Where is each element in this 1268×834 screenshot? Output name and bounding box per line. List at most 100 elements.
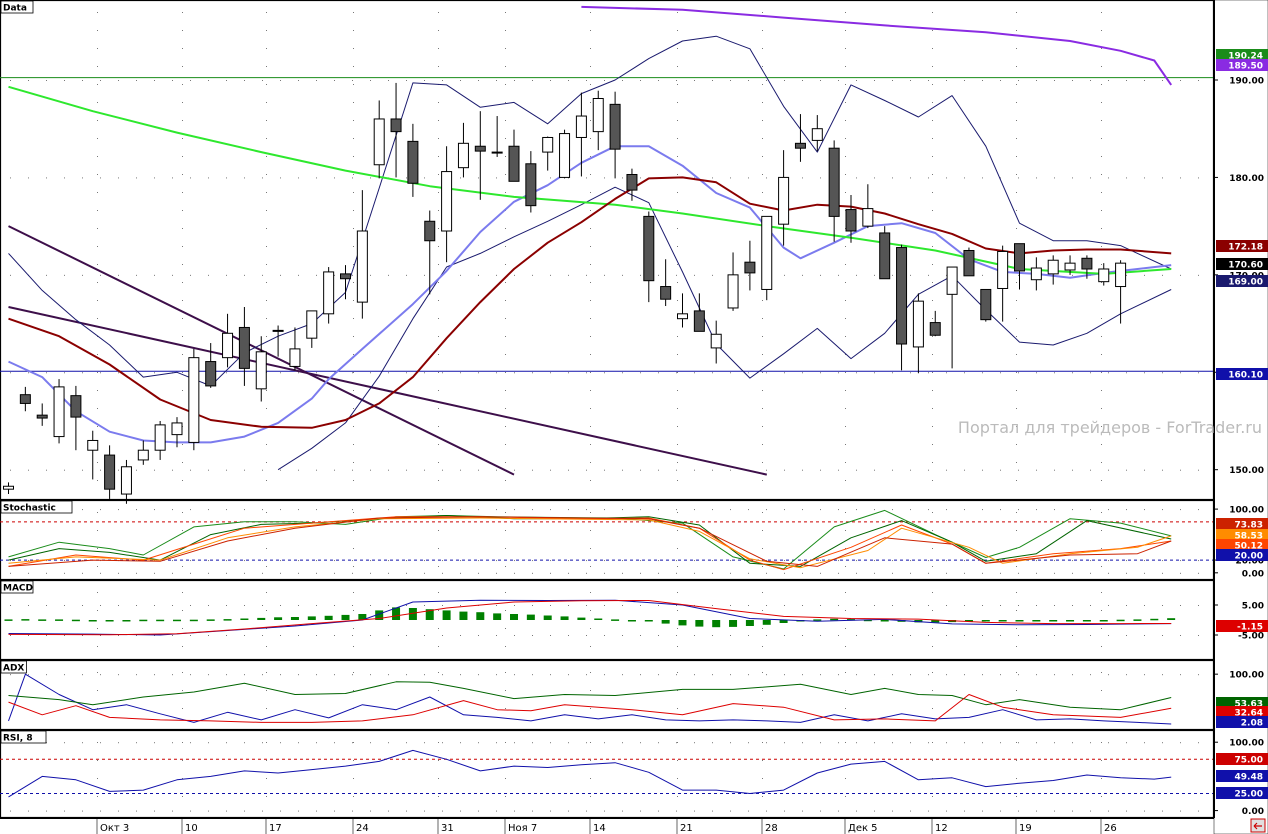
grid-dot (10, 572, 11, 574)
histogram-bar (526, 614, 535, 620)
grid-dot (172, 274, 173, 276)
grid-dot (1072, 635, 1073, 636)
grid-dot (334, 177, 335, 179)
candle-body (171, 422, 183, 436)
grid-dot (266, 66, 267, 67)
grid-dot (640, 469, 641, 471)
grid-dot (266, 796, 267, 797)
grid-dot (514, 560, 515, 562)
grid-dot (762, 480, 763, 481)
grid-dot (845, 760, 846, 761)
grid-dot (10, 79, 11, 81)
grid-dot (226, 635, 227, 636)
grid-dot (845, 742, 846, 743)
grid-dot (1036, 742, 1037, 744)
grid-dot (892, 635, 893, 636)
grid-dot (932, 120, 933, 121)
grid-dot (1108, 469, 1109, 471)
candle-body (1047, 259, 1059, 275)
grid-dot (280, 372, 281, 374)
grid-dot (1101, 530, 1102, 531)
grid-dot (784, 560, 785, 562)
grid-dot (1018, 469, 1019, 471)
x-tick-label: 12 (935, 823, 948, 834)
grid-dot (496, 509, 497, 511)
grid-dot (604, 509, 605, 511)
candle-body (3, 485, 14, 490)
grid-dot (97, 66, 98, 67)
grid-dot (334, 572, 335, 574)
grid-dot (568, 674, 569, 676)
grid-dot (676, 372, 677, 374)
grid-dot (424, 810, 425, 812)
grid-dot (352, 274, 353, 276)
grid-dot (590, 462, 591, 463)
grid-dot (568, 572, 569, 574)
x-tick-label: 17 (269, 823, 282, 834)
grid-dot (438, 390, 439, 391)
grid-dot (316, 469, 317, 471)
grid-dot (442, 79, 443, 81)
grid-dot (694, 635, 695, 636)
grid-dot (182, 690, 183, 691)
grid-dot (892, 274, 893, 276)
grid-dot (932, 66, 933, 67)
grid-dot (226, 810, 227, 812)
scroll-corner-icon[interactable] (1250, 818, 1266, 833)
grid-dot (352, 605, 353, 606)
grid-dot (136, 177, 137, 179)
grid-dot (1108, 560, 1109, 562)
grid-dot (208, 274, 209, 276)
grid-dot (352, 79, 353, 81)
grid-dot (353, 210, 354, 211)
grid-dot (1016, 462, 1017, 463)
grid-dot (496, 572, 497, 574)
grid-dot (154, 469, 155, 471)
grid-dot (784, 469, 785, 471)
grid-dot (353, 192, 354, 193)
grid-dot (640, 509, 641, 511)
grid-dot (964, 605, 965, 606)
grid-dot (438, 462, 439, 463)
grid-dot (1000, 674, 1001, 676)
grid-dot (677, 84, 678, 85)
grid-dot (460, 605, 461, 606)
grid-dot (460, 274, 461, 276)
grid-dot (118, 674, 119, 676)
grid-dot (640, 605, 641, 606)
grid-dot (762, 174, 763, 175)
candle-body (727, 274, 739, 309)
grid-dot (622, 274, 623, 276)
grid-dot (438, 264, 439, 265)
grid-dot (932, 646, 933, 647)
grid-dot (442, 372, 443, 374)
grid-dot (226, 560, 227, 562)
grid-dot (182, 336, 183, 337)
grid-dot (136, 605, 137, 606)
grid-dot (820, 674, 821, 676)
grid-dot (438, 778, 439, 779)
grid-dot (586, 572, 587, 574)
grid-dot (712, 79, 713, 81)
grid-dot (262, 605, 263, 606)
grid-dot (586, 674, 587, 676)
candle-body (441, 171, 453, 232)
grid-dot (677, 708, 678, 709)
grid-dot (353, 408, 354, 409)
grid-dot (100, 605, 101, 606)
grid-dot (586, 810, 587, 812)
grid-dot (928, 274, 929, 276)
grid-dot (388, 509, 389, 511)
grid-dot (353, 778, 354, 779)
grid-dot (244, 742, 245, 744)
grid-dot (1101, 548, 1102, 549)
grid-dot (28, 810, 29, 812)
grid-dot (438, 228, 439, 229)
grid-dot (1072, 177, 1073, 179)
grid-dot (604, 372, 605, 374)
grid-dot (1000, 810, 1001, 812)
grid-dot (226, 177, 227, 179)
grid-dot (676, 469, 677, 471)
grid-dot (550, 79, 551, 81)
price-badge: 73.83 (1216, 518, 1268, 531)
